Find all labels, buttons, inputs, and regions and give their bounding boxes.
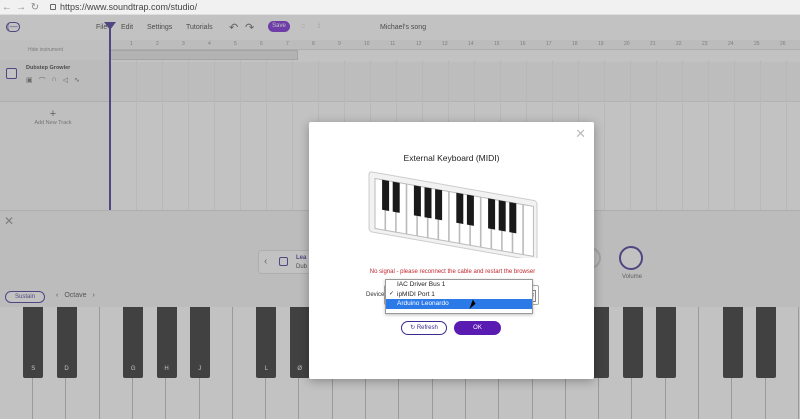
device-option[interactable]: IAC Driver Bus 1 xyxy=(386,280,532,290)
midi-keyboard-dialog: ✕ External Keyboard (MIDI) No signal - p… xyxy=(309,122,594,379)
ok-button[interactable]: OK xyxy=(454,321,501,335)
device-option-highlighted[interactable]: Arduino Leonardo xyxy=(386,299,532,309)
url-text: https://www.soundtrap.com/studio/ xyxy=(60,2,198,12)
refresh-button[interactable]: ↻ Refresh xyxy=(401,321,447,335)
midi-keyboard-illustration xyxy=(368,171,538,258)
device-dropdown[interactable]: IAC Driver Bus 1 ✓ ipMIDI Port 1 Arduino… xyxy=(385,279,533,314)
address-bar[interactable]: https://www.soundtrap.com/studio/ xyxy=(50,2,197,12)
reload-icon[interactable]: ↻ xyxy=(28,2,42,13)
back-icon[interactable]: ← xyxy=(0,2,14,13)
device-label: Device xyxy=(366,292,385,298)
device-option[interactable]: ✓ ipMIDI Port 1 xyxy=(386,290,532,300)
lock-icon xyxy=(50,4,56,10)
checkmark-icon: ✓ xyxy=(389,290,395,297)
forward-icon[interactable]: → xyxy=(14,2,28,13)
no-signal-error: No signal - please reconnect the cable a… xyxy=(369,269,536,275)
browser-bar: ← → ↻ https://www.soundtrap.com/studio/ xyxy=(0,0,800,15)
dialog-title: External Keyboard (MIDI) xyxy=(403,153,500,163)
refresh-icon: ↻ xyxy=(410,325,417,331)
close-icon[interactable]: ✕ xyxy=(575,126,586,142)
